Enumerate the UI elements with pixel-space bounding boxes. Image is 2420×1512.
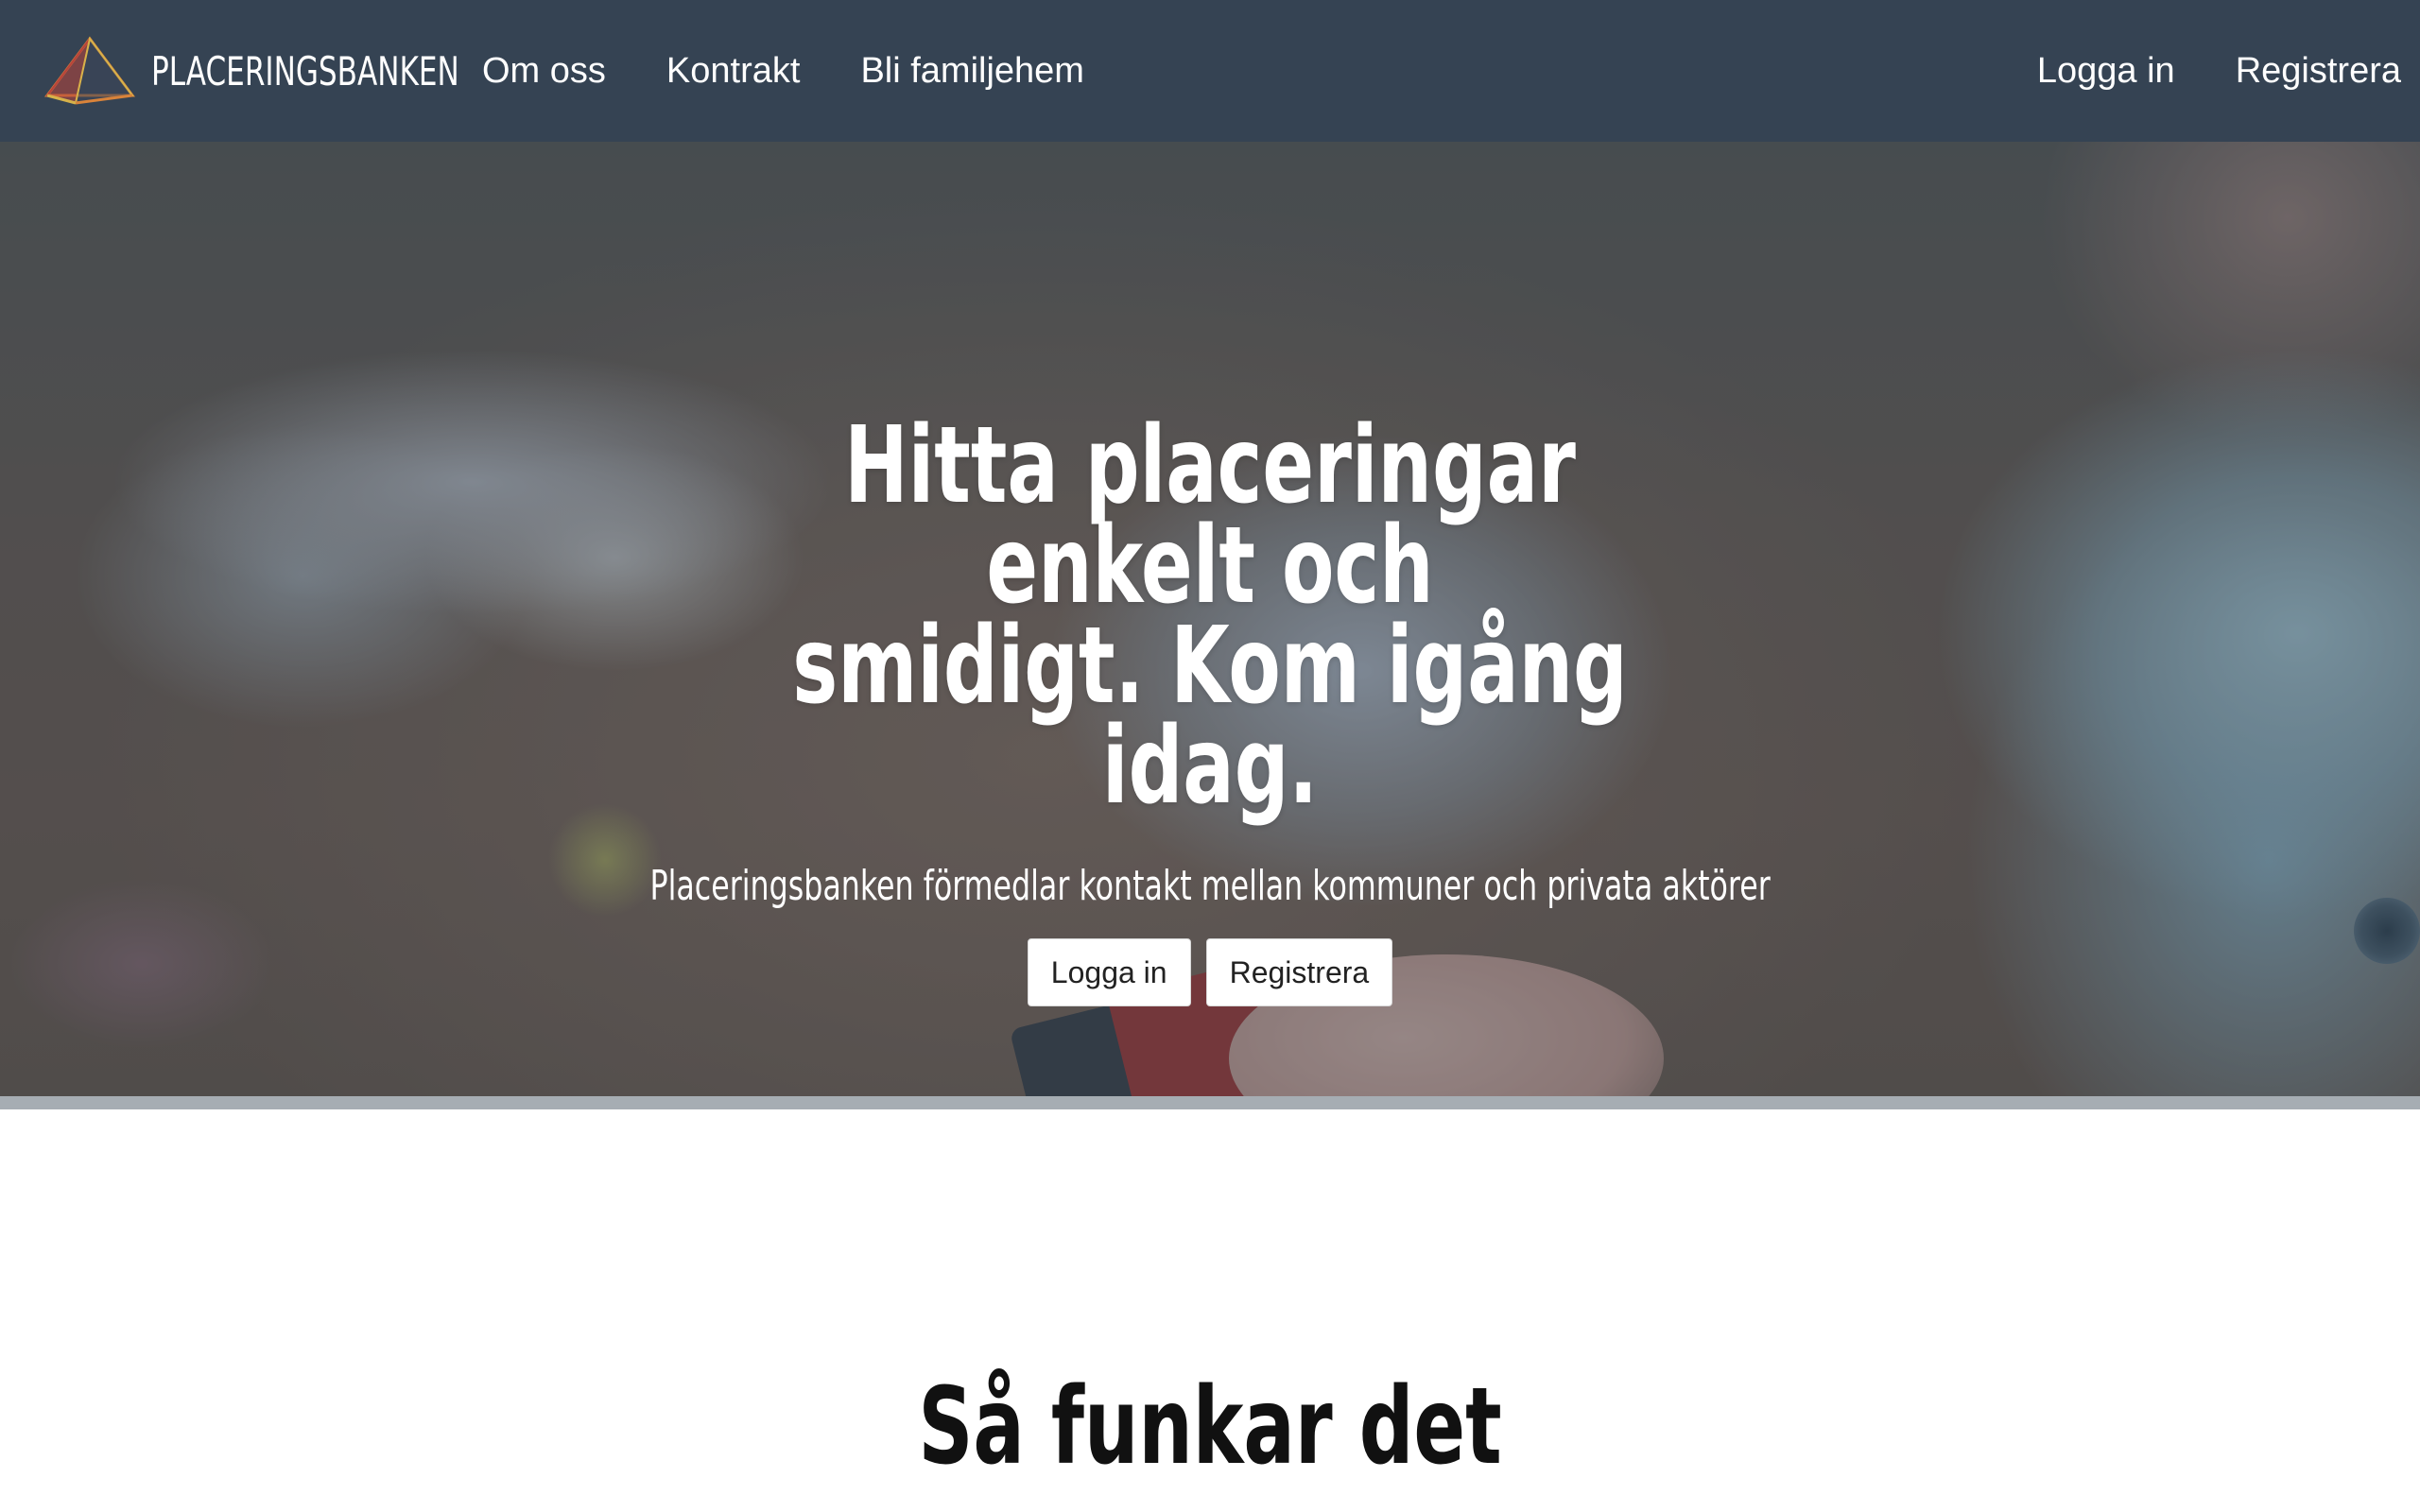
top-navbar: PLACERINGSBANKEN Om oss Kontrakt Bli fam…	[0, 0, 2420, 142]
main-nav: Om oss Kontrakt Bli familjehem	[482, 51, 1145, 92]
hero-title-line-1: Hitta placeringar enkelt och	[844, 404, 1576, 627]
nav-link-bli-familjehem[interactable]: Bli familjehem	[860, 51, 1084, 92]
nav-register-link[interactable]: Registrera	[2236, 51, 2401, 92]
hero-login-button[interactable]: Logga in	[1027, 938, 1191, 1006]
hero-section: Hitta placeringar enkelt och smidigt. Ko…	[0, 142, 2420, 1096]
hero-subtitle: Placeringsbanken förmedlar kontakt mella…	[649, 862, 1771, 910]
hero-buttons: Logga in Registrera	[1027, 938, 1393, 1006]
hero-register-button[interactable]: Registrera	[1205, 938, 1393, 1006]
brand-name: PLACERINGSBANKEN	[151, 47, 459, 94]
nav-login-link[interactable]: Logga in	[2037, 51, 2175, 92]
nav-link-om-oss[interactable]: Om oss	[482, 51, 606, 92]
section-title: Så funkar det	[918, 1366, 1502, 1488]
brand-link[interactable]: PLACERINGSBANKEN	[38, 33, 463, 109]
hero-content: Hitta placeringar enkelt och smidigt. Ko…	[0, 142, 2420, 1096]
hero-bottom-border	[0, 1096, 2420, 1109]
hero-title-line-2: smidigt. Kom igång idag.	[792, 605, 1628, 828]
account-nav: Logga in Registrera	[1977, 51, 2401, 92]
hero-title: Hitta placeringar enkelt och smidigt. Ko…	[747, 413, 1672, 819]
nav-link-kontrakt[interactable]: Kontrakt	[666, 51, 801, 92]
pyramid-logo-icon	[44, 36, 135, 105]
